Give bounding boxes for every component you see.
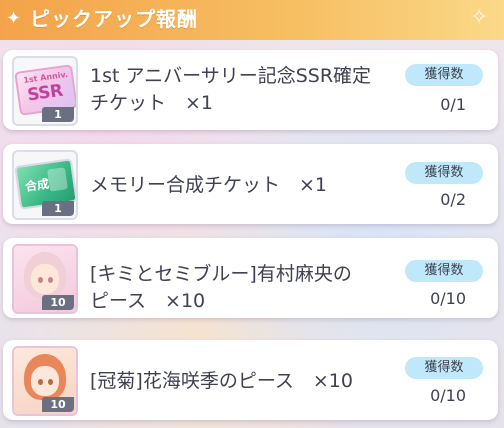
item-count-badge: 1 [42, 201, 74, 216]
obtained-count-badge: 獲得数 [405, 162, 483, 184]
reward-name: メモリー合成チケット ×1 [90, 174, 328, 196]
ticket-gosei-text: 合成 [24, 176, 50, 194]
reward-row[interactable]: 10 [キミとセミブルー]有村麻央の ピース ×10 獲得数 0/10 [3, 238, 498, 318]
section-title: ピックアップ報酬 [30, 7, 198, 31]
obtained-progress: 0/1 [440, 95, 466, 114]
reward-item-thumbnail[interactable]: 10 [12, 244, 78, 314]
reward-name: [キミとセミブルー]有村麻央の ピース ×10 [90, 263, 352, 312]
reward-item-thumbnail[interactable]: 合成 1 [12, 150, 78, 220]
obtained-count-badge: 獲得数 [405, 260, 483, 282]
sparkle-icon: ✦ [6, 8, 22, 29]
reward-row[interactable]: 合成 1 メモリー合成チケット ×1 獲得数 0/2 [3, 144, 498, 224]
reward-row[interactable]: 10 [冠菊]花海咲季のピース ×10 獲得数 0/10 [3, 340, 498, 420]
obtained-progress: 0/10 [430, 386, 466, 405]
item-count-badge: 10 [42, 295, 74, 310]
item-count-badge: 1 [42, 107, 74, 122]
reward-item-thumbnail[interactable]: 1st Anniv. SSR 1 [12, 56, 78, 126]
obtained-count-badge: 獲得数 [405, 357, 483, 379]
reward-name: 1st アニバーサリー記念SSR確定 チケット ×1 [90, 65, 372, 114]
obtained-progress: 0/2 [440, 190, 466, 209]
reward-row[interactable]: 1st Anniv. SSR 1 1st アニバーサリー記念SSR確定 チケット… [3, 50, 498, 130]
obtained-count-badge: 獲得数 [405, 64, 483, 86]
ticket-ssr-text: SSR [26, 80, 64, 106]
reward-name: [冠菊]花海咲季のピース ×10 [90, 370, 353, 392]
obtained-progress: 0/10 [430, 289, 466, 308]
section-header: ✦ ピックアップ報酬 ✧ [0, 0, 504, 40]
ticket-decoration [47, 167, 68, 192]
item-count-badge: 10 [42, 397, 74, 412]
sparkle-decoration-icon: ✧ [470, 5, 489, 30]
reward-item-thumbnail[interactable]: 10 [12, 346, 78, 416]
